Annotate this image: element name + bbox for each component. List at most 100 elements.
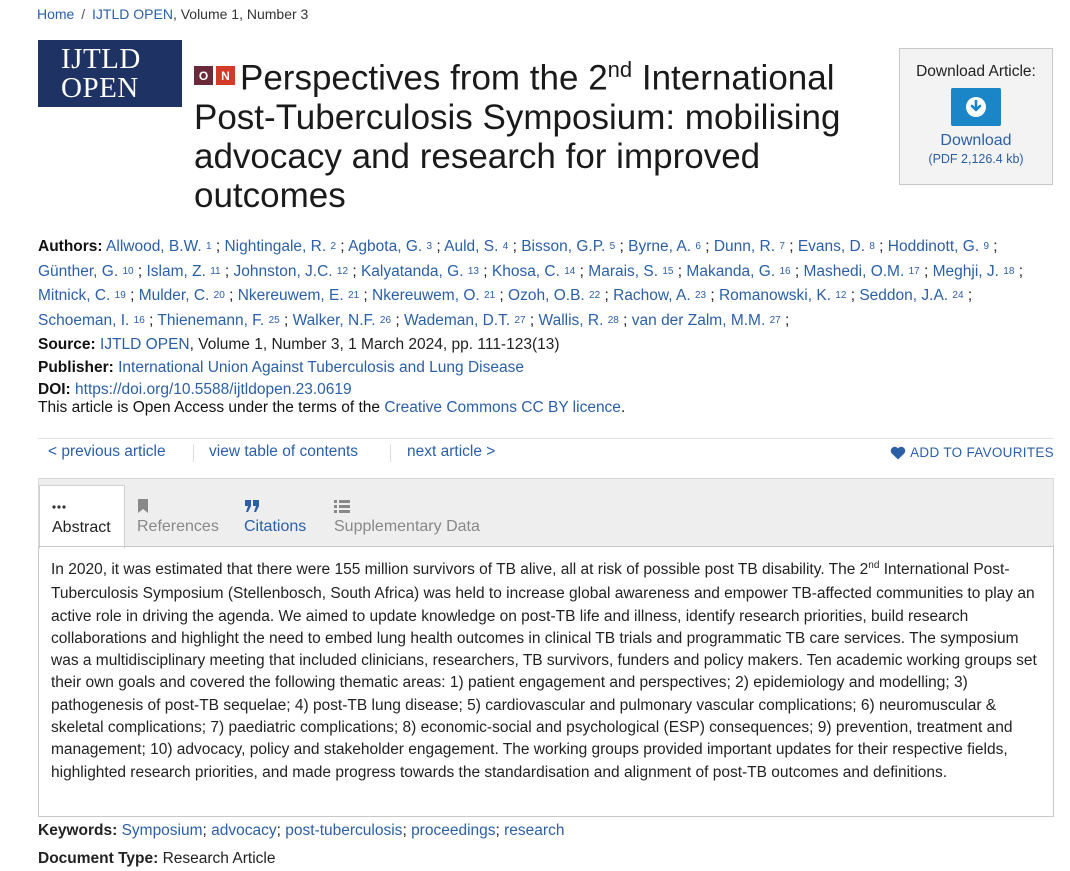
publisher-line: Publisher: International Union Against T… [38, 357, 1038, 380]
journal-logo[interactable]: IJTLD OPEN [38, 40, 182, 107]
affiliation-number: 27 [514, 314, 526, 326]
breadcrumb-journal-link[interactable]: IJTLD OPEN [92, 6, 173, 22]
breadcrumb-separator: / [81, 6, 86, 22]
author-link[interactable]: Meghji, J. 18 [933, 263, 1015, 280]
affiliation-number: 5 [609, 241, 616, 252]
author-link[interactable]: Seddon, J.A. 24 [859, 287, 963, 304]
affiliation-number: 9 [983, 241, 989, 252]
keyword-link[interactable]: post-tuberculosis [285, 822, 402, 839]
author-link[interactable]: Islam, Z. 11 [146, 263, 220, 280]
tab-abstract[interactable]: Abstract [39, 485, 125, 549]
affiliation-number: 26 [379, 314, 392, 326]
author-link[interactable]: Marais, S. 15 [588, 263, 673, 280]
publisher-label: Publisher: [38, 358, 114, 376]
author-link[interactable]: Schoeman, I. 16 [38, 312, 145, 329]
author-link[interactable]: Dunn, R. 7 [714, 238, 785, 255]
bookmark-icon [137, 498, 219, 514]
article-metadata: Authors: Allwood, B.W. 1 ; Nightingale, … [38, 236, 1038, 402]
publisher-link[interactable]: International Union Against Tuberculosis… [118, 359, 524, 376]
doi-link[interactable]: https://doi.org/10.5588/ijtldopen.23.061… [75, 381, 352, 398]
logo-line2: OPEN [61, 71, 139, 104]
author-link[interactable]: Mulder, C. 20 [139, 287, 225, 304]
affiliation-number: 10 [122, 265, 134, 277]
tab-references[interactable]: References [125, 479, 231, 548]
affiliation-number: 19 [114, 290, 126, 301]
author-link[interactable]: Byrne, A. 6 [628, 238, 701, 255]
logo-line1: IJTLD [61, 42, 141, 75]
document-type-line: Document Type: Research Article [38, 850, 275, 868]
authors-label: Authors: [38, 238, 103, 255]
affiliation-number: 17 [908, 265, 920, 277]
download-icon[interactable] [951, 88, 1001, 126]
access-badges: O N [194, 66, 235, 85]
author-link[interactable]: Rachow, A. 23 [613, 287, 706, 304]
favourites-label: ADD TO FAVOURITES [910, 445, 1054, 460]
keyword-link[interactable]: proceedings [411, 822, 495, 839]
next-article-link[interactable]: next article > [407, 443, 495, 461]
author-link[interactable]: Allwood, B.W. 1 [106, 238, 212, 255]
source-journal-link[interactable]: IJTLD OPEN [100, 336, 190, 353]
article-tabs: Abstract References Citations Supplement… [38, 478, 1054, 549]
author-link[interactable]: Evans, D. 8 [798, 238, 875, 255]
keyword-link[interactable]: advocacy [211, 822, 276, 839]
document-type-label: Document Type: [38, 850, 159, 867]
affiliation-number: 3 [426, 241, 433, 252]
author-link[interactable]: Agbota, G. 3 [348, 238, 432, 255]
source-details: , Volume 1, Number 3, 1 March 2024, pp. … [189, 336, 560, 353]
tab-references-label: References [137, 518, 219, 535]
author-link[interactable]: Mitnick, C. 19 [38, 287, 126, 304]
affiliation-number: 20 [213, 290, 225, 301]
authors-list: Authors: Allwood, B.W. 1 ; Nightingale, … [38, 238, 1024, 329]
add-to-favourites-button[interactable]: ADD TO FAVOURITES [890, 445, 1054, 460]
author-link[interactable]: Auld, S. 4 [444, 238, 508, 255]
affiliation-number: 14 [564, 265, 576, 277]
keywords-label: Keywords: [38, 822, 118, 839]
article-navigation: < previous article view table of content… [38, 438, 1054, 467]
author-link[interactable]: Hoddinott, G. 9 [888, 238, 989, 255]
author-link[interactable]: Walker, N.F. 26 [293, 312, 391, 329]
cc-licence-link[interactable]: Creative Commons CC BY licence [384, 399, 621, 416]
previous-article-link[interactable]: < previous article [48, 443, 166, 461]
author-link[interactable]: Mashedi, O.M. 17 [804, 263, 920, 280]
author-link[interactable]: Makanda, G. 16 [686, 263, 790, 280]
affiliation-number: 8 [869, 241, 875, 252]
nav-divider [193, 444, 194, 462]
open-access-notice: This article is Open Access under the te… [38, 399, 626, 416]
new-content-badge: N [216, 66, 235, 85]
download-article-box: Download Article: Download (PDF 2,126.4 … [899, 48, 1053, 185]
author-link[interactable]: Ozoh, O.B. 22 [508, 287, 600, 304]
affiliation-number: 4 [502, 241, 509, 252]
ellipsis-icon [52, 499, 112, 515]
tab-abstract-label: Abstract [52, 519, 111, 536]
abstract-panel: In 2020, it was estimated that there wer… [38, 546, 1054, 817]
author-link[interactable]: Khosa, C. 14 [492, 263, 576, 280]
keyword-link[interactable]: Symposium [122, 822, 203, 839]
author-link[interactable]: Thienemann, F. 25 [157, 312, 279, 329]
nav-divider [390, 444, 391, 462]
author-link[interactable]: Johnston, J.C. 12 [234, 263, 349, 280]
breadcrumb-issue: , Volume 1, Number 3 [172, 6, 309, 22]
author-link[interactable]: Romanowski, K. 12 [719, 287, 846, 304]
tab-citations[interactable]: Citations [232, 479, 318, 548]
author-link[interactable]: Nightingale, R. 2 [224, 238, 336, 255]
list-icon [334, 498, 480, 514]
table-of-contents-link[interactable]: view table of contents [209, 443, 358, 461]
author-link[interactable]: Kalyatanda, G. 13 [361, 263, 479, 280]
author-link[interactable]: Wallis, R. 28 [539, 312, 619, 329]
breadcrumb-home-link[interactable]: Home [37, 6, 74, 22]
tab-citations-label: Citations [244, 518, 307, 535]
author-link[interactable]: van der Zalm, M.M. 27 [632, 312, 781, 329]
keyword-link[interactable]: research [504, 822, 564, 839]
tab-supplementary-data[interactable]: Supplementary Data [322, 479, 492, 548]
author-link[interactable]: Nkereuwem, E. 21 [238, 287, 359, 304]
affiliation-number: 24 [952, 290, 964, 301]
author-link[interactable]: Wademan, D.T. 27 [404, 312, 526, 329]
tab-supplementary-label: Supplementary Data [334, 518, 480, 535]
affiliation-number: 6 [695, 241, 701, 252]
affiliation-number: 18 [1003, 265, 1015, 277]
author-link[interactable]: Bisson, G.P. 5 [521, 238, 615, 255]
author-link[interactable]: Nkereuwem, O. 21 [372, 287, 495, 304]
author-link[interactable]: Günther, G. 10 [38, 263, 134, 280]
affiliation-number: 25 [268, 314, 280, 326]
download-button[interactable]: Download [900, 132, 1052, 150]
